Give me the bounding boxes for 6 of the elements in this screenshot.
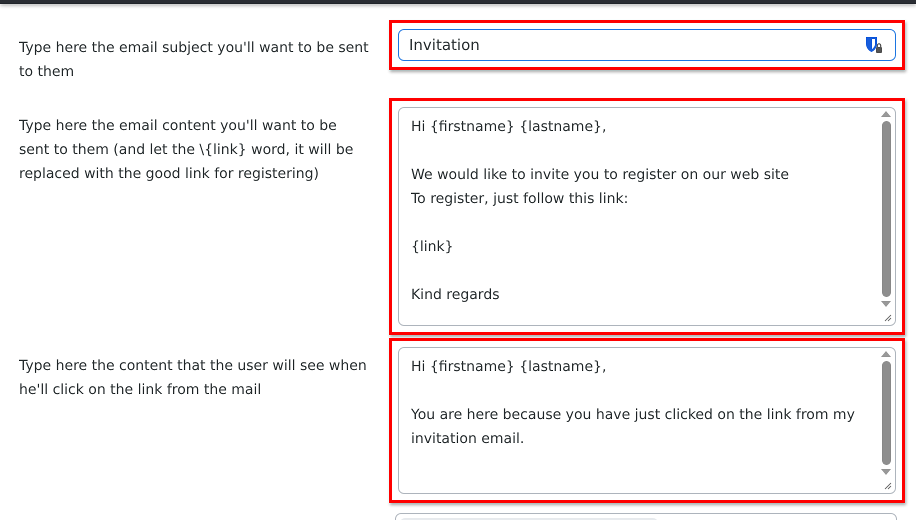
field-label: Type here the email subject you'll want to be sent to them [19,39,369,82]
field-label: Type here the content that the user will see when he'll click on the link from the mail [19,357,368,400]
subject-input[interactable]: Invitation [398,29,896,61]
text-area[interactable]: Hi {firstname} {lastname}, We would like to invite you to register on our web site To register, just follow this link: {link} Kind regards [398,107,896,326]
field-label: Type here the email content you'll want to be sent to them (and let the \{link} word, it will be replaced with the good link for registering) [19,117,354,184]
text-area[interactable]: Hi {firstname} {lastname}, You are here because you have just clicked on the link from my invitation email. [398,347,896,494]
